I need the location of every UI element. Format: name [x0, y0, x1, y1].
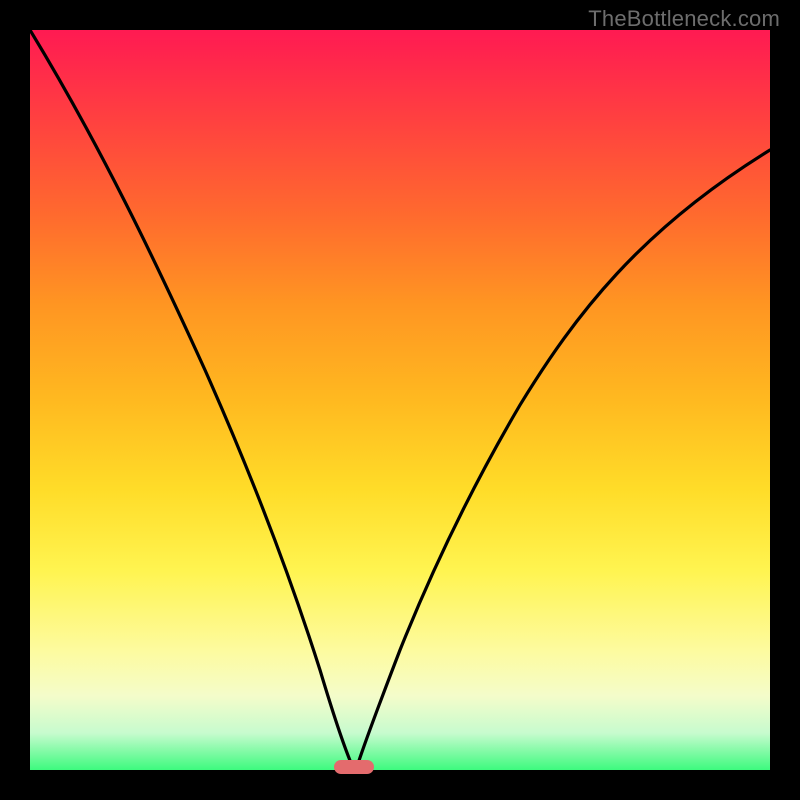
- watermark-text: TheBottleneck.com: [588, 6, 780, 32]
- plot-area: [30, 30, 770, 770]
- curve-layer: [30, 30, 770, 770]
- minimum-marker: [334, 760, 374, 774]
- chart-frame: TheBottleneck.com: [0, 0, 800, 800]
- bottleneck-curve: [30, 30, 770, 770]
